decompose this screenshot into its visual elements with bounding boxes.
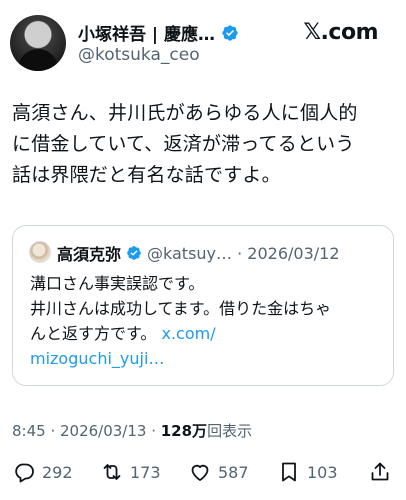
quoted-handle-date: @katsuy… · 2026/03/12 — [147, 243, 340, 263]
quoted-text: 溝口さん事実誤認です。 井川さんは成功してます。借りた金はちゃ んと返す方です。… — [30, 271, 380, 371]
quoted-line-text: んと返す方です。 — [30, 324, 157, 343]
quoted-link[interactable]: x.com/ — [162, 324, 216, 343]
reply-button[interactable]: 292 — [12, 460, 73, 484]
retweet-button[interactable]: 173 — [100, 460, 161, 484]
author-avatar[interactable] — [10, 15, 66, 71]
share-icon — [371, 462, 389, 481]
reply-count: 292 — [42, 462, 73, 482]
tweet-line: 話は界隈だと有名な話ですよ。 — [12, 164, 281, 186]
heart-icon — [191, 464, 209, 481]
verified-badge-icon — [222, 24, 238, 41]
like-count: 587 — [218, 462, 249, 482]
retweet-count: 173 — [130, 462, 161, 482]
quoted-line: んと返す方です。 x.com/ — [30, 321, 380, 346]
view-label: 回表示 — [207, 422, 253, 440]
quoted-author-avatar — [29, 241, 51, 263]
tweet-timestamp[interactable]: 8:45 · 2026/03/13 · — [12, 422, 161, 440]
share-button[interactable] — [368, 460, 392, 484]
author-name-row: 小塚祥吾 | 慶應… — [78, 20, 239, 45]
verified-badge-icon — [127, 246, 141, 260]
bookmark-button[interactable]: 103 — [277, 460, 338, 484]
tweet-text: 高須さん、井川氏があらゆる人に個人的 に借金していて、返済が滞ってるという 話は… — [12, 98, 396, 191]
bookmark-icon — [282, 462, 296, 482]
tweet-header: 小塚祥吾 | 慶應… @kotsuka_ceo 𝕏.com — [0, 0, 406, 84]
quoted-line: 溝口さん事実誤認です。 — [30, 274, 205, 293]
quoted-header: 高須克弥 @katsuy… · 2026/03/12 — [57, 241, 340, 265]
tweet-line: に借金していて、返済が滞ってるという — [12, 133, 355, 155]
reply-icon — [15, 463, 34, 483]
author-handle[interactable]: @kotsuka_ceo — [78, 45, 200, 65]
action-bar: 292 173 587 103 — [0, 460, 406, 492]
author-display-name[interactable]: 小塚祥吾 | 慶應… — [78, 20, 215, 45]
retweet-icon — [103, 464, 121, 480]
tweet-line: 高須さん、井川氏があらゆる人に個人的 — [12, 102, 358, 124]
tweet-meta: 8:45 · 2026/03/13 · 128万回表示 — [12, 420, 252, 441]
like-button[interactable]: 587 — [188, 460, 249, 484]
quoted-display-name: 高須克弥 — [57, 245, 122, 264]
view-count: 128万 — [160, 422, 208, 440]
quoted-link-continued[interactable]: mizoguchi_yuji… — [30, 346, 380, 371]
quoted-tweet[interactable]: 高須克弥 @katsuy… · 2026/03/12 溝口さん事実誤認です。 井… — [12, 225, 394, 386]
x-logo: 𝕏.com — [303, 20, 378, 45]
quoted-line: 井川さんは成功してます。借りた金はちゃ — [30, 299, 332, 318]
bookmark-count: 103 — [307, 462, 338, 482]
